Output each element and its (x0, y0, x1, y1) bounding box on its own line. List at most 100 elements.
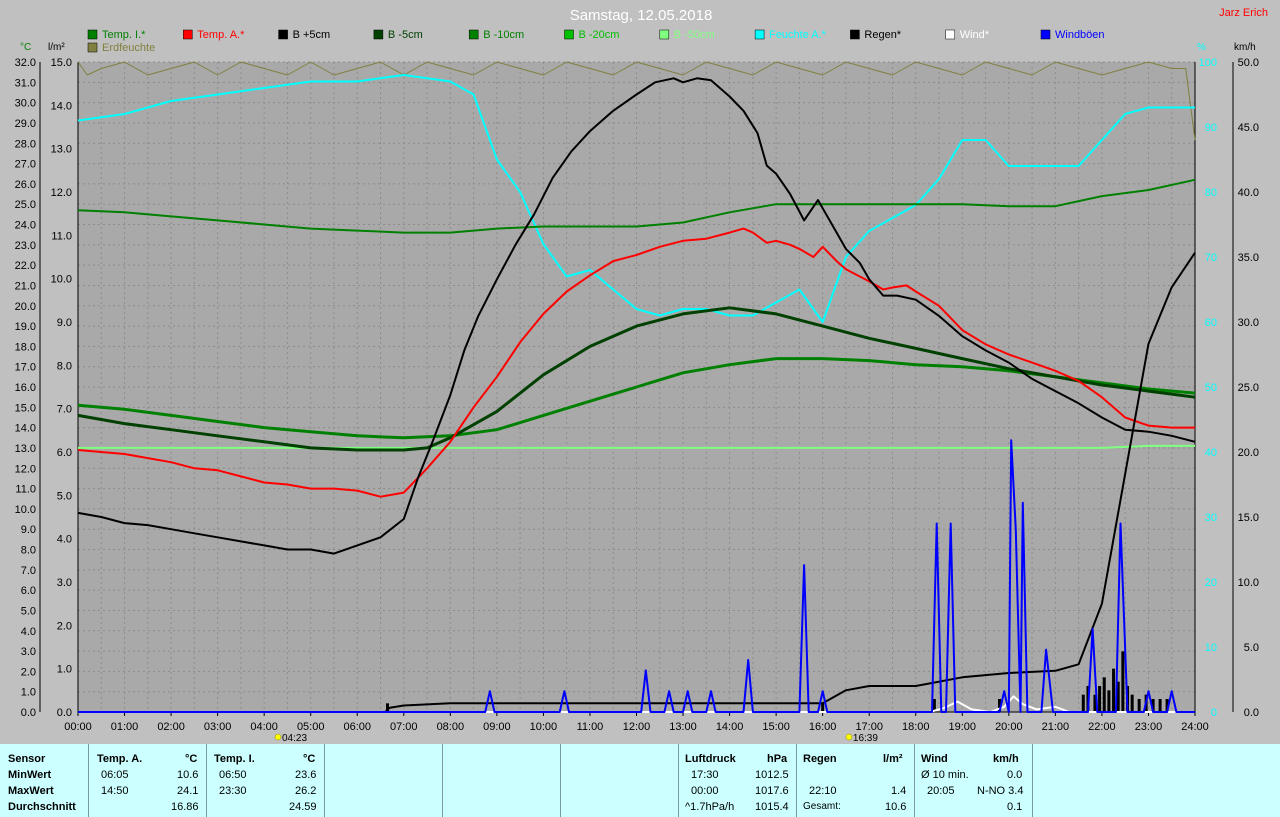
time-tick-label: 01:00 (111, 721, 139, 733)
temperature-tick-label: 25.0 (15, 199, 36, 211)
wind-header: Wind (921, 753, 948, 765)
time-tick-label: 06:00 (343, 721, 371, 733)
rain-bar (1130, 694, 1134, 712)
time-tick-label: 13:00 (669, 721, 697, 733)
legend-swatch-b5 (278, 29, 288, 40)
rain-total-label: Gesamt: (803, 801, 841, 812)
time-tick-label: 02:00 (157, 721, 185, 733)
humidity-unit: % (1197, 42, 1206, 53)
rain-tick-label: 4.0 (57, 534, 72, 546)
temp-a-min: 10.6 (177, 769, 199, 781)
humidity-tick-label: 0 (1211, 707, 1217, 719)
col-wind: Wind km/h Ø 10 min. 0.0 20:05 N-NO 3.4 0… (914, 744, 1033, 817)
time-tick-label: 18:00 (902, 721, 930, 733)
pressure-max: 1017.6 (755, 785, 789, 797)
temp-a-max-time: 14:50 (101, 785, 129, 797)
humidity-tick-label: 50 (1205, 382, 1217, 394)
wind-tick-label: 5.0 (1244, 642, 1259, 654)
legend-label-rain: Regen* (864, 29, 901, 41)
rain-tick-label: 2.0 (57, 620, 72, 632)
legend-label-b_5: B -5cm (388, 29, 423, 41)
temperature-tick-label: 32.0 (15, 57, 36, 69)
rain-unit: l/m² (48, 42, 65, 53)
temperature-tick-label: 9.0 (21, 524, 36, 536)
temperature-tick-label: 6.0 (21, 585, 36, 597)
rain-total: 10.6 (885, 801, 907, 813)
humidity-tick-label: 20 (1205, 577, 1217, 589)
wind-avg: 0.0 (1007, 769, 1023, 781)
temperature-tick-label: 21.0 (15, 280, 36, 292)
time-tick-label: 03:00 (204, 721, 232, 733)
pressure-max-time: 00:00 (691, 785, 719, 797)
pressure-min-time: 17:30 (691, 769, 719, 781)
time-tick-label: 09:00 (483, 721, 511, 733)
rain-bar (1098, 686, 1102, 712)
wind-tick-label: 15.0 (1238, 512, 1259, 524)
temperature-tick-label: 13.0 (15, 443, 36, 455)
sunrise-icon (274, 733, 282, 741)
rain-max: 1.4 (891, 785, 907, 797)
humidity-tick-label: 100 (1199, 57, 1217, 69)
time-tick-label: 19:00 (949, 721, 977, 733)
wind-max-time: 20:05 (927, 785, 955, 797)
legend-label-b10: B -10cm (483, 29, 524, 41)
rain-tick-label: 10.0 (51, 274, 72, 286)
legend-swatch-wind (945, 29, 955, 40)
rain-tick-label: 14.0 (51, 100, 72, 112)
temp-i-unit: °C (303, 753, 316, 765)
rain-tick-label: 1.0 (57, 664, 72, 676)
temperature-tick-label: 7.0 (21, 565, 36, 577)
temperature-tick-label: 3.0 (21, 646, 36, 658)
time-tick-label: 07:00 (390, 721, 418, 733)
wind-tick-label: 0.0 (1244, 707, 1259, 719)
temperature-tick-label: 26.0 (15, 179, 36, 191)
temperature-tick-label: 18.0 (15, 341, 36, 353)
temperature-tick-label: 4.0 (21, 626, 36, 638)
wind-tick-label: 30.0 (1238, 317, 1259, 329)
col-pressure: Luftdruck hPa 17:30 1012.5 00:00 1017.6 … (678, 744, 797, 817)
temperature-tick-label: 10.0 (15, 504, 36, 516)
humidity-tick-label: 10 (1205, 642, 1217, 654)
rain-tick-label: 5.0 (57, 490, 72, 502)
rain-bar (821, 703, 825, 712)
time-tick-label: 00:00 (64, 721, 92, 733)
humidity-tick-label: 90 (1205, 122, 1217, 134)
row-label-max: MaxWert (8, 785, 54, 797)
rain-tick-label: 3.0 (57, 577, 72, 589)
humidity-tick-label: 70 (1205, 252, 1217, 264)
temperature-tick-label: 20.0 (15, 301, 36, 313)
sunrise-time: 04:23 (282, 733, 307, 744)
temp-i-min: 23.6 (295, 769, 317, 781)
legend-label-temp_i: Temp. I.* (102, 29, 146, 41)
temperature-tick-label: 12.0 (15, 463, 36, 475)
temperature-tick-label: 2.0 (21, 666, 36, 678)
temp-i-max-time: 23:30 (219, 785, 247, 797)
rain-tick-label: 13.0 (51, 144, 72, 156)
sensor-header: Sensor (8, 753, 46, 765)
temperature-tick-label: 30.0 (15, 98, 36, 110)
time-tick-label: 10:00 (530, 721, 558, 733)
temperature-tick-label: 17.0 (15, 362, 36, 374)
legend-swatch-b50 (659, 29, 670, 40)
temperature-tick-label: 15.0 (15, 402, 36, 414)
wind-unit: km/h (1234, 42, 1256, 53)
temperature-tick-label: 5.0 (21, 605, 36, 617)
col-temp-i: Temp. I. °C 06:50 23.6 23:30 26.2 24.59 (206, 744, 325, 817)
temperature-tick-label: 27.0 (15, 159, 36, 171)
temp-a-header: Temp. A. (97, 753, 143, 765)
temp-a-min-time: 06:05 (101, 769, 129, 781)
rain-tick-label: 12.0 (51, 187, 72, 199)
temp-a-max: 24.1 (177, 785, 199, 797)
time-tick-label: 22:00 (1088, 721, 1116, 733)
time-tick-label: 15:00 (762, 721, 790, 733)
time-tick-label: 24:00 (1181, 721, 1209, 733)
temperature-unit: °C (20, 42, 31, 53)
weather-chart: Samstag, 12.05.2018 Jarz Erich °C l/m² %… (0, 0, 1280, 744)
legend-label-b50: B -50cm (674, 29, 715, 41)
rain-tick-label: 8.0 (57, 360, 72, 372)
rain-bar (1121, 651, 1125, 712)
temperature-tick-label: 29.0 (15, 118, 36, 130)
legend-label-b5: B +5cm (293, 29, 331, 41)
rain-bar (1137, 699, 1141, 712)
temperature-tick-label: 14.0 (15, 423, 36, 435)
